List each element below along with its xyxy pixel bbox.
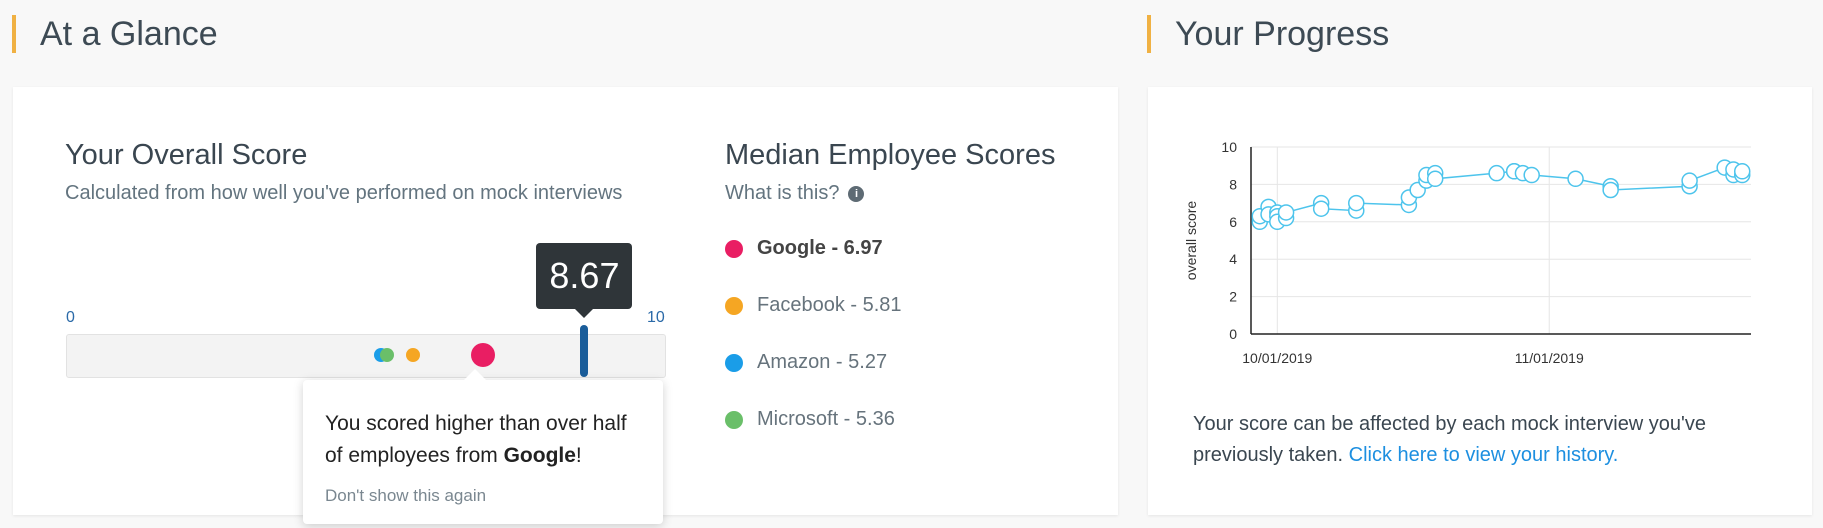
x-tick-label: 10/01/2019 — [1242, 350, 1312, 366]
overall-score-title: Your Overall Score — [65, 139, 308, 171]
score-data-point — [1348, 194, 1365, 212]
popover-message: You scored higher than over half of empl… — [325, 412, 627, 467]
legend-dot — [725, 239, 743, 258]
legend-item: Google - 6.97 — [725, 237, 883, 260]
legend-item: Microsoft - 5.36 — [725, 408, 895, 431]
your-progress-title: Your Progress — [1175, 14, 1390, 53]
legend-item: Facebook - 5.81 — [725, 294, 902, 317]
score-data-point — [1277, 204, 1295, 221]
score-data-point — [1523, 166, 1540, 184]
your-progress-heading: Your Progress — [1147, 6, 1389, 62]
legend-label: Microsoft - 5.36 — [757, 408, 895, 430]
x-tick-label: 11/01/2019 — [1515, 350, 1584, 366]
view-history-link[interactable]: Click here to view your history. — [1349, 444, 1619, 466]
median-scores-subtitle: What is this? i — [725, 182, 865, 205]
score-data-point — [1681, 172, 1698, 189]
progress-description: Your score can be affected by each mock … — [1193, 413, 1706, 466]
scale-min-label: 0 — [66, 309, 75, 326]
score-data-point — [1602, 181, 1619, 199]
google-score-dot — [470, 343, 495, 367]
your-progress-card: 0 2 4 6 8 10 10/01/2019 11/01/2019 overall score… — [1148, 87, 1812, 515]
y-tick-label: 6 — [1229, 214, 1237, 230]
score-tooltip: 8.67 — [536, 243, 633, 318]
y-tick-label: 0 — [1229, 326, 1237, 342]
y-tick-label: 4 — [1229, 251, 1237, 267]
score-track — [66, 334, 666, 378]
scale-max-label: 10 — [647, 309, 665, 326]
score-data-point — [1312, 200, 1330, 217]
accent-bar — [12, 15, 16, 53]
legend-item: Amazon - 5.27 — [725, 351, 887, 374]
score-data-point — [1488, 164, 1505, 182]
at-a-glance-heading: At a Glance — [12, 6, 218, 62]
microsoft-score-dot — [379, 348, 394, 362]
y-tick-label: 10 — [1221, 139, 1237, 155]
y-tick-label: 2 — [1229, 289, 1237, 305]
accent-bar — [1147, 15, 1151, 53]
your-score-marker — [580, 325, 589, 377]
at-a-glance-card: Your Overall Score Calculated from how w… — [13, 87, 1118, 524]
legend-label: Facebook - 5.81 — [757, 294, 902, 316]
at-a-glance-title: At a Glance — [40, 14, 218, 53]
legend-label: Google - 6.97 — [757, 237, 883, 259]
legend-dot — [725, 410, 743, 429]
overall-score-subtitle: Calculated from how well you've performe… — [65, 182, 623, 204]
y-tick-label: 8 — [1229, 176, 1237, 192]
score-data-point — [1733, 163, 1751, 180]
median-scores-title: Median Employee Scores — [725, 139, 1056, 171]
comparison-popover: You scored higher than over half of empl… — [303, 369, 663, 524]
y-axis-label: overall score — [1183, 201, 1199, 281]
legend-label: Amazon - 5.27 — [757, 351, 888, 373]
dont-show-again-link[interactable]: Don't show this again — [325, 486, 486, 506]
what-is-this-link[interactable]: What is this? — [725, 182, 839, 205]
score-data-point — [1567, 170, 1584, 188]
info-icon[interactable]: i — [848, 185, 865, 202]
score-data-point — [1426, 170, 1444, 188]
legend-dot — [725, 296, 743, 315]
legend-dot — [725, 353, 743, 372]
progress-chart: 0 2 4 6 8 10 10/01/2019 11/01/2019 overall score — [1183, 139, 1751, 366]
popover-company: Google — [503, 444, 576, 467]
